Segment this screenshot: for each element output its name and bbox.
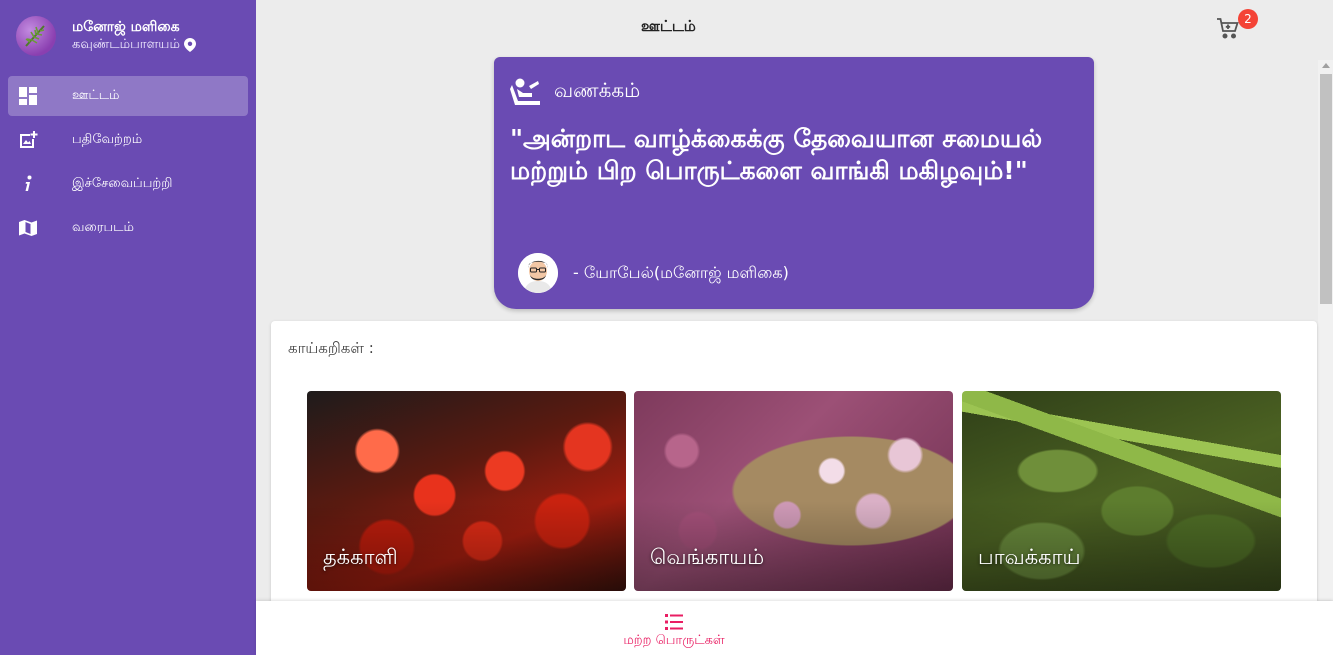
section-title: காய்கறிகள் : <box>288 339 374 357</box>
scrollbar-thumb[interactable] <box>1320 74 1332 304</box>
scroll-up-arrow-icon[interactable] <box>1322 63 1330 68</box>
quote-header: வணக்கம் <box>510 77 640 105</box>
page-title: ஊட்டம் <box>641 17 696 35</box>
product-name: பாவக்காய் <box>978 545 1081 569</box>
quote-author: - யோபேல்(மனோஜ் மளிகை) <box>518 253 789 293</box>
list-icon <box>665 614 683 630</box>
sidebar-nav: ஊட்டம் பதிவேற்றம் இச்சேவைப்பற்றி வரைபடம் <box>0 76 256 248</box>
greeting-text: வணக்கம் <box>554 77 641 102</box>
welcome-quote-card: வணக்கம் "அன்றாட வாழ்க்கைக்கு தேவையான சமை… <box>494 57 1094 309</box>
brand-name: மனோஜ் மளிகை <box>72 19 180 35</box>
brand-location: கவுண்டம்பாளயம் <box>72 36 196 54</box>
greeting-person-icon <box>510 78 540 105</box>
cart-count-badge: 2 <box>1238 9 1258 29</box>
sidebar-item-label: இச்சேவைப்பற்றி <box>72 176 173 191</box>
cart-icon <box>1217 18 1239 39</box>
brand-location-text: கவுண்டம்பாளயம் <box>72 37 180 52</box>
brand-logo <box>16 16 56 56</box>
sidebar: மனோஜ் மளிகை கவுண்டம்பாளயம் ஊட்டம் பதிவேற… <box>0 0 256 655</box>
map-icon <box>18 218 38 238</box>
brand-header: மனோஜ் மளிகை கவுண்டம்பாளயம் <box>0 0 256 72</box>
other-products-button[interactable]: மற்ற பொருட்கள் <box>612 613 736 649</box>
vegetables-section: காய்கறிகள் : தக்காளி வெங்காயம் பாவக்காய் <box>271 321 1317 621</box>
top-app-bar: ஊட்டம் 2 <box>256 0 1333 56</box>
sidebar-item-label: வரைபடம் <box>72 220 134 235</box>
quote-text: "அன்றாட வாழ்க்கைக்கு தேவையான சமையல் மற்ற… <box>510 124 1043 185</box>
product-name: வெங்காயம் <box>650 545 765 569</box>
info-icon <box>18 174 38 194</box>
add-photo-icon <box>18 130 38 150</box>
product-card-bitter-gourd[interactable]: பாவக்காய் <box>962 391 1281 591</box>
sidebar-item-label: ஊட்டம் <box>72 88 120 103</box>
location-pin-icon <box>183 38 196 52</box>
author-name: - யோபேல்(மனோஜ் மளிகை) <box>573 262 789 282</box>
cart-button[interactable] <box>1216 16 1240 40</box>
other-products-label: மற்ற பொருட்கள் <box>623 633 725 648</box>
product-name: தக்காளி <box>323 545 398 569</box>
sidebar-item-upload[interactable]: பதிவேற்றம் <box>8 120 248 160</box>
sidebar-item-label: பதிவேற்றம் <box>72 132 143 147</box>
sidebar-item-map[interactable]: வரைபடம் <box>8 208 248 248</box>
sidebar-item-about[interactable]: இச்சேவைப்பற்றி <box>8 164 248 204</box>
dashboard-icon <box>18 86 38 106</box>
product-card-onion[interactable]: வெங்காயம் <box>634 391 953 591</box>
product-card-tomato[interactable]: தக்காளி <box>307 391 626 591</box>
avatar <box>518 253 558 293</box>
sidebar-item-feed[interactable]: ஊட்டம் <box>8 76 248 116</box>
bottom-navigation: மற்ற பொருட்கள் <box>256 601 1333 655</box>
